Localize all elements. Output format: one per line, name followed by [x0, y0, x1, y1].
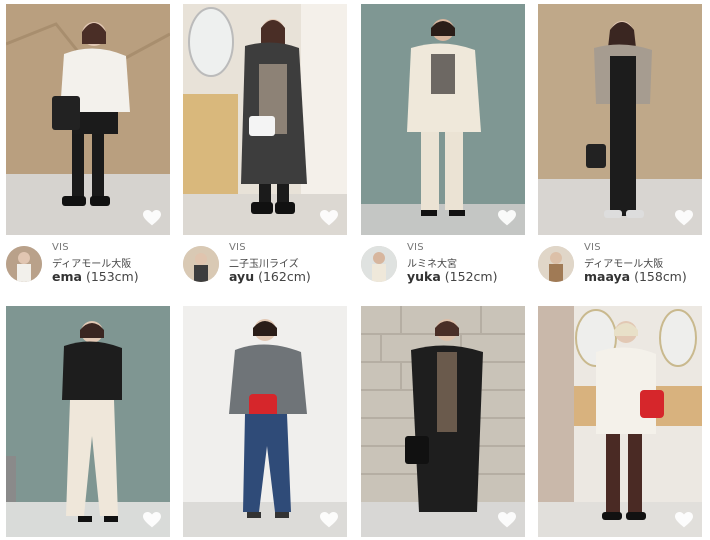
- staff-name-line[interactable]: maaya (158cm): [584, 269, 687, 284]
- heart-outline-icon[interactable]: [674, 209, 694, 227]
- staff-name-line[interactable]: ayu (162cm): [229, 269, 311, 284]
- heart-outline-icon[interactable]: [497, 209, 517, 227]
- brand-label: VIS: [584, 242, 601, 253]
- snap-photo[interactable]: [6, 4, 170, 235]
- avatar[interactable]: [183, 246, 219, 282]
- heart-outline-icon[interactable]: [319, 511, 339, 529]
- snap-photo[interactable]: [183, 4, 347, 235]
- avatar[interactable]: [361, 246, 397, 282]
- staff-info: VIS ディアモール大阪 ema (153cm): [6, 242, 176, 286]
- snap-photo[interactable]: [361, 4, 525, 235]
- staff-name: maaya: [584, 269, 631, 284]
- brand-label: VIS: [52, 242, 69, 253]
- staff-name-line[interactable]: yuka (152cm): [407, 269, 497, 284]
- store-name[interactable]: ディアモール大阪: [52, 255, 131, 270]
- staff-height: (162cm): [258, 269, 311, 284]
- avatar[interactable]: [6, 246, 42, 282]
- avatar[interactable]: [538, 246, 574, 282]
- staff-name: ayu: [229, 269, 255, 284]
- heart-outline-icon[interactable]: [674, 511, 694, 529]
- staff-height: (153cm): [85, 269, 139, 284]
- snap-photo[interactable]: [538, 306, 702, 537]
- staff-height: (158cm): [634, 269, 687, 284]
- staff-info: VIS ルミネ大宮 yuka (152cm): [361, 242, 531, 286]
- heart-outline-icon[interactable]: [497, 511, 517, 529]
- snap-photo[interactable]: [6, 306, 170, 537]
- heart-outline-icon[interactable]: [319, 209, 339, 227]
- store-name[interactable]: 二子玉川ライズ: [229, 255, 299, 270]
- heart-outline-icon[interactable]: [142, 209, 162, 227]
- store-name[interactable]: ルミネ大宮: [407, 255, 457, 270]
- snap-photo[interactable]: [183, 306, 347, 537]
- staff-height: (152cm): [444, 269, 498, 284]
- snap-photo[interactable]: [538, 4, 702, 235]
- staff-name-line[interactable]: ema (153cm): [52, 269, 139, 284]
- staff-name: yuka: [407, 269, 441, 284]
- store-name[interactable]: ディアモール大阪: [584, 255, 663, 270]
- staff-info: VIS ディアモール大阪 maaya (158cm): [538, 242, 708, 286]
- staff-info: VIS 二子玉川ライズ ayu (162cm): [183, 242, 353, 286]
- snap-photo[interactable]: [361, 306, 525, 537]
- brand-label: VIS: [407, 242, 424, 253]
- staff-name: ema: [52, 269, 82, 284]
- heart-outline-icon[interactable]: [142, 511, 162, 529]
- brand-label: VIS: [229, 242, 246, 253]
